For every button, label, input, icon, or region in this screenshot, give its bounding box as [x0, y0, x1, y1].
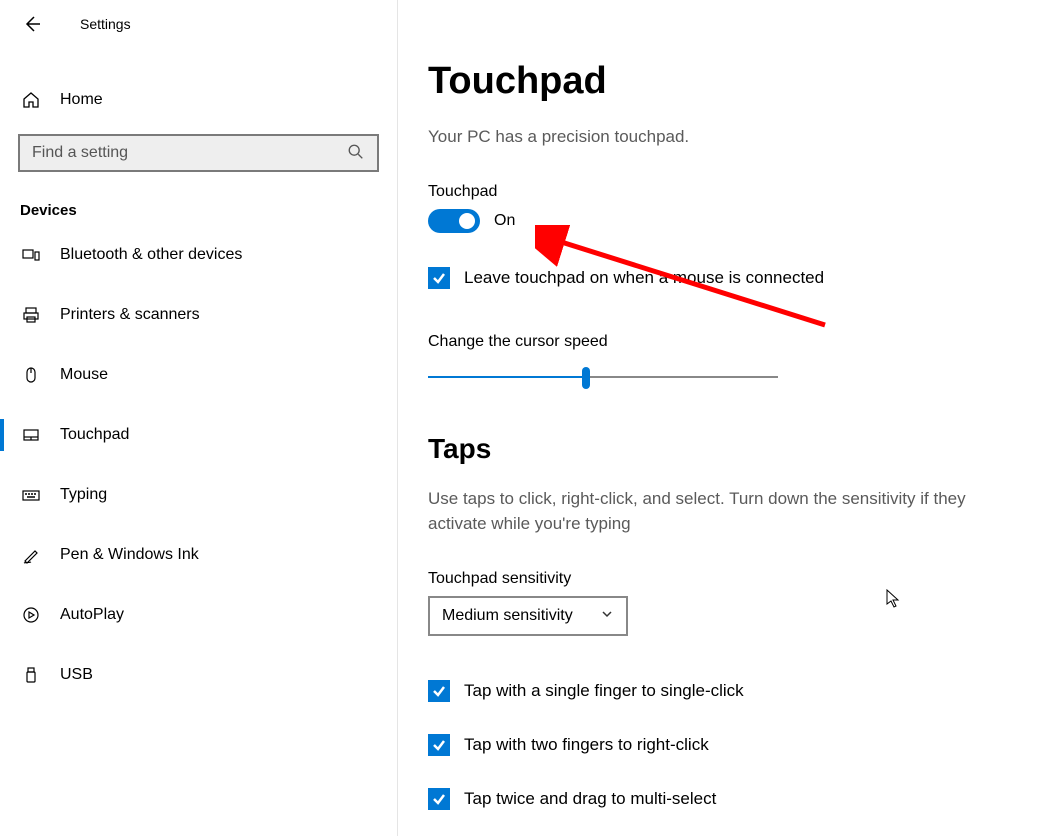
cursor-speed-label: Change the cursor speed	[428, 333, 1041, 351]
tap-two-fingers-label: Tap with two fingers to right-click	[464, 735, 709, 755]
taps-section-title: Taps	[428, 433, 1041, 465]
sensitivity-value: Medium sensitivity	[442, 607, 573, 625]
nav-list: Bluetooth & other devices Printers & sca…	[0, 231, 397, 699]
sidebar-item-typing[interactable]: Typing	[0, 471, 397, 519]
toggle-state-label: On	[494, 212, 515, 230]
page-title: Touchpad	[428, 60, 1041, 103]
search-icon	[347, 143, 367, 163]
check-icon	[431, 737, 447, 753]
sidebar-item-autoplay[interactable]: AutoPlay	[0, 591, 397, 639]
keyboard-icon	[20, 484, 42, 506]
tap-single-finger-checkbox[interactable]	[428, 680, 450, 702]
usb-icon	[20, 664, 42, 686]
mouse-icon	[20, 364, 42, 386]
sidebar-item-label: Touchpad	[60, 426, 129, 444]
check-icon	[431, 270, 447, 286]
devices-icon	[20, 244, 42, 266]
home-label: Home	[60, 91, 103, 109]
search-input[interactable]	[30, 143, 347, 163]
sidebar: Settings Home Devices Bluetooth & other …	[0, 0, 398, 836]
sensitivity-label: Touchpad sensitivity	[428, 570, 1041, 588]
sidebar-item-usb[interactable]: USB	[0, 651, 397, 699]
tap-drag-checkbox[interactable]	[428, 788, 450, 810]
sidebar-item-touchpad[interactable]: Touchpad	[0, 411, 397, 459]
cursor-pointer-icon	[886, 589, 902, 609]
taps-section-desc: Use taps to click, right-click, and sele…	[428, 487, 988, 536]
back-arrow-icon	[22, 14, 42, 34]
autoplay-icon	[20, 604, 42, 626]
sidebar-item-label: Pen & Windows Ink	[60, 546, 199, 564]
slider-fill	[428, 376, 586, 378]
touchpad-toggle-label: Touchpad	[428, 183, 1041, 201]
printer-icon	[20, 304, 42, 326]
app-title: Settings	[80, 16, 131, 32]
sidebar-item-label: Typing	[60, 486, 107, 504]
sidebar-item-label: USB	[60, 666, 93, 684]
toggle-knob	[459, 213, 475, 229]
main-content: Touchpad Your PC has a precision touchpa…	[428, 0, 1041, 836]
sidebar-item-label: Mouse	[60, 366, 108, 384]
sidebar-item-label: Bluetooth & other devices	[60, 246, 242, 264]
check-icon	[431, 791, 447, 807]
leave-touchpad-on-checkbox[interactable]	[428, 267, 450, 289]
check-icon	[431, 683, 447, 699]
sidebar-item-home[interactable]: Home	[0, 76, 397, 124]
tap-drag-label: Tap twice and drag to multi-select	[464, 789, 716, 809]
sidebar-item-printers[interactable]: Printers & scanners	[0, 291, 397, 339]
tap-single-finger-label: Tap with a single finger to single-click	[464, 681, 744, 701]
leave-touchpad-on-label: Leave touchpad on when a mouse is connec…	[464, 268, 824, 288]
chevron-down-icon	[600, 607, 614, 626]
back-button[interactable]	[20, 12, 44, 36]
home-icon	[20, 89, 42, 111]
slider-thumb[interactable]	[582, 367, 590, 389]
search-box[interactable]	[18, 134, 379, 172]
sensitivity-dropdown[interactable]: Medium sensitivity	[428, 596, 628, 636]
pen-icon	[20, 544, 42, 566]
sidebar-item-mouse[interactable]: Mouse	[0, 351, 397, 399]
sidebar-item-label: Printers & scanners	[60, 306, 200, 324]
touchpad-toggle[interactable]	[428, 209, 480, 233]
page-subtitle: Your PC has a precision touchpad.	[428, 127, 1041, 147]
tap-two-fingers-checkbox[interactable]	[428, 734, 450, 756]
sidebar-item-bluetooth[interactable]: Bluetooth & other devices	[0, 231, 397, 279]
section-heading: Devices	[20, 202, 397, 219]
sidebar-item-pen[interactable]: Pen & Windows Ink	[0, 531, 397, 579]
touchpad-icon	[20, 424, 42, 446]
cursor-speed-slider[interactable]	[428, 367, 778, 387]
sidebar-item-label: AutoPlay	[60, 606, 124, 624]
